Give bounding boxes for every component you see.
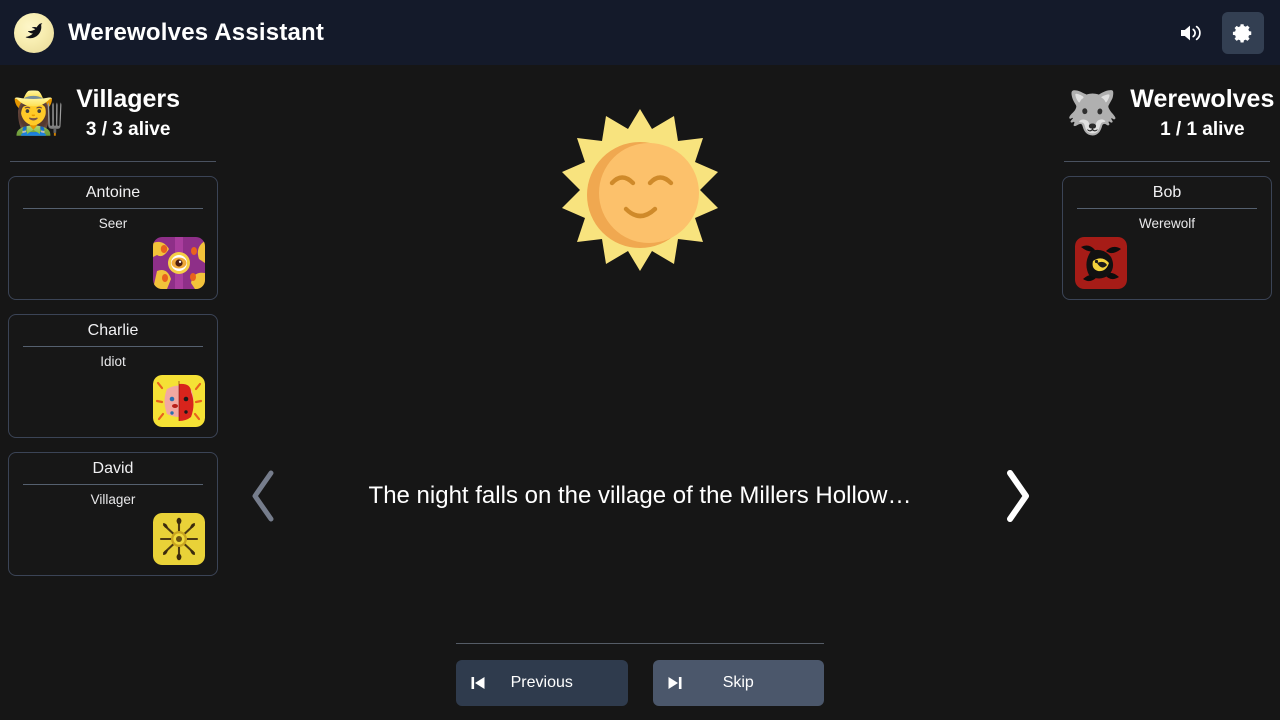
villagers-header: 👩‍🌾 Villagers 3 / 3 alive bbox=[8, 79, 218, 143]
player-name: Bob bbox=[1152, 183, 1182, 201]
villagers-panel: 👩‍🌾 Villagers 3 / 3 alive Antoine Seer bbox=[0, 65, 228, 720]
player-name: Charlie bbox=[87, 321, 139, 339]
previous-button[interactable]: Previous bbox=[456, 660, 628, 706]
gear-icon-button[interactable] bbox=[1222, 11, 1264, 54]
skip-back-icon bbox=[470, 675, 486, 691]
player-card-bob[interactable]: Bob Werewolf bbox=[1062, 175, 1272, 300]
smiling-sun-illustration-icon bbox=[562, 109, 718, 271]
villager-card-art-icon bbox=[153, 512, 205, 565]
villager-team-icon: 👩‍🌾 bbox=[12, 88, 65, 136]
volume-on-icon-button[interactable] bbox=[1170, 12, 1212, 54]
chevron-right-icon-button[interactable] bbox=[994, 465, 1040, 527]
footer-controls: Previous Skip bbox=[456, 643, 824, 720]
skip-forward-icon bbox=[667, 675, 683, 691]
phase-message: The night falls on the village of the Mi… bbox=[368, 482, 912, 509]
brand: Werewolves Assistant bbox=[14, 12, 325, 53]
player-name: Antoine bbox=[85, 183, 141, 201]
villagers-alive-count: 3 / 3 alive bbox=[85, 118, 171, 140]
player-card-charlie[interactable]: Charlie Idiot bbox=[8, 313, 218, 438]
werewolves-alive-count: 1 / 1 alive bbox=[1160, 118, 1245, 140]
phase-message-row: The night falls on the village of the Mi… bbox=[228, 465, 1052, 527]
werewolves-header: 🐺 Werewolves 1 / 1 alive bbox=[1062, 79, 1275, 143]
game-board: 👩‍🌾 Villagers 3 / 3 alive Antoine Seer bbox=[0, 65, 1280, 720]
app-title: Werewolves Assistant bbox=[68, 18, 325, 46]
player-role: Werewolf bbox=[1138, 215, 1196, 231]
werewolf-team-icon: 🐺 bbox=[1066, 88, 1119, 136]
app-header: Werewolves Assistant bbox=[0, 0, 1280, 65]
idiot-card-art-icon bbox=[153, 374, 205, 427]
werewolves-team-name: Werewolves bbox=[1130, 85, 1275, 113]
player-role: Seer bbox=[98, 215, 128, 231]
villagers-divider bbox=[10, 160, 216, 162]
seer-card-art-icon bbox=[153, 236, 205, 289]
skip-button[interactable]: Skip bbox=[652, 660, 824, 706]
player-name: David bbox=[92, 459, 134, 477]
player-role: Idiot bbox=[100, 353, 126, 369]
player-card-david[interactable]: David Villager bbox=[8, 451, 218, 576]
werewolves-divider bbox=[1064, 160, 1270, 162]
villagers-team-name: Villagers bbox=[76, 85, 181, 113]
werewolf-card-art-icon bbox=[1075, 236, 1127, 289]
player-role: Villager bbox=[90, 491, 136, 507]
footer-divider bbox=[456, 643, 824, 644]
player-card-antoine[interactable]: Antoine Seer bbox=[8, 175, 218, 300]
werewolves-panel: 🐺 Werewolves 1 / 1 alive Bob Werewolf bbox=[1052, 65, 1280, 720]
howling-wolf-moon-logo-icon bbox=[14, 12, 54, 53]
phase-illustration bbox=[228, 105, 1052, 285]
header-actions bbox=[1170, 11, 1264, 54]
chevron-left-icon-button[interactable] bbox=[240, 465, 286, 527]
center-stage: The night falls on the village of the Mi… bbox=[228, 65, 1052, 720]
